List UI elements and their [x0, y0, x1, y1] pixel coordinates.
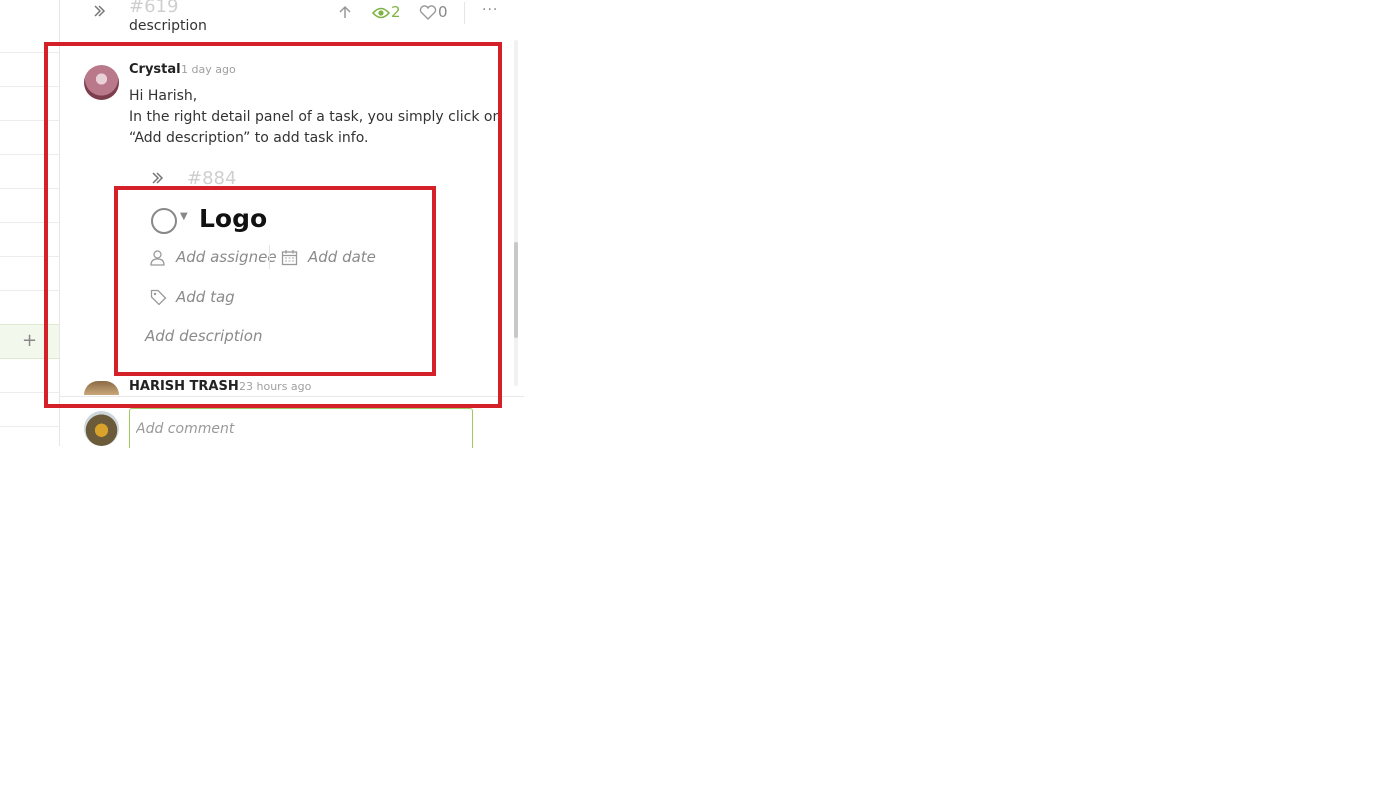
task-number: #619: [129, 0, 179, 17]
scrollbar-thumb[interactable]: [514, 242, 518, 338]
avatar-current-user: [84, 411, 119, 446]
plus-icon: +: [22, 330, 38, 351]
annotation-box-inner: [114, 186, 436, 376]
toolbar-divider: [464, 2, 465, 24]
list-row-divider: [0, 426, 59, 427]
eye-icon[interactable]: [371, 5, 391, 24]
more-icon[interactable]: ···: [482, 2, 498, 18]
likes-count: 0: [438, 3, 448, 21]
add-comment-input[interactable]: [129, 408, 473, 448]
upvote-arrow-icon[interactable]: [337, 4, 353, 24]
watchers-count: 2: [391, 3, 401, 21]
heart-icon[interactable]: [419, 5, 437, 25]
expand-chevron-icon[interactable]: [93, 3, 107, 22]
previous-comment-text: description: [129, 18, 207, 34]
